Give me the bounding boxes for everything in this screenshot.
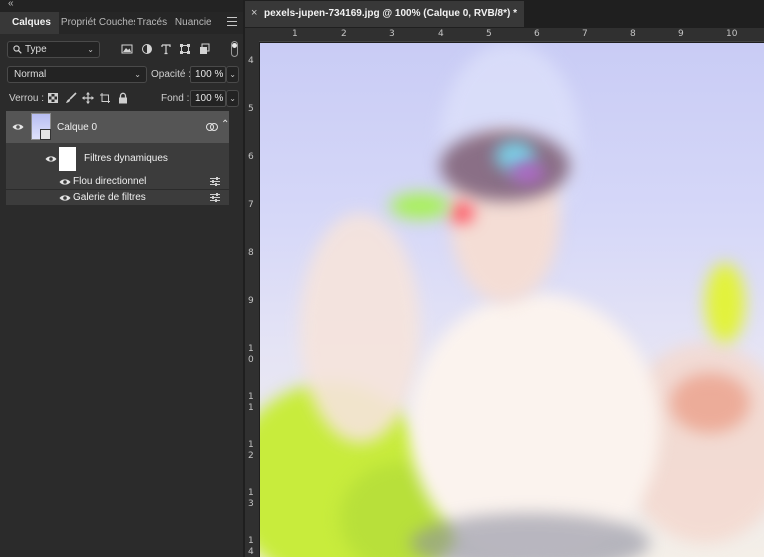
tab-traces[interactable]: Tracés	[135, 12, 173, 34]
document-area: × pexels-jupen-734169.jpg @ 100% (Calque…	[245, 0, 764, 557]
collapse-icon[interactable]: «	[8, 0, 13, 9]
ruler-label: 7	[582, 29, 588, 39]
chevron-down-icon: ⌄	[229, 94, 236, 103]
blend-row: Normal ⌄ Opacité : 100 % ⌄	[0, 64, 243, 86]
lock-artboard-icon[interactable]	[99, 92, 111, 104]
document-tab[interactable]: × pexels-jupen-734169.jpg @ 100% (Calque…	[245, 1, 524, 27]
filter-options-icon[interactable]	[210, 193, 220, 202]
layer-filter-row: Type ⌄	[0, 38, 243, 62]
filter-options-icon[interactable]	[210, 177, 220, 186]
ruler-label: 4	[248, 56, 254, 66]
text-filter-icon[interactable]	[160, 43, 172, 55]
ruler-label: 3	[389, 29, 395, 39]
ruler-label: 1	[292, 29, 298, 39]
filter-item[interactable]: Galerie de filtres	[6, 190, 229, 205]
filter-kind-label: Type	[25, 44, 47, 55]
fill-slider-button[interactable]: ⌄	[226, 90, 239, 107]
panel-tabs: Calques Propriét Couches Tracés Nuancie	[0, 12, 243, 34]
ruler-label: 1 2	[248, 440, 254, 461]
ruler-label: 8	[248, 248, 254, 258]
visibility-eye-icon[interactable]	[12, 123, 24, 131]
tab-proprietes[interactable]: Propriét	[59, 12, 97, 34]
image-filter-icon[interactable]	[121, 43, 133, 55]
ruler-label: 6	[534, 29, 540, 39]
ruler-label: 7	[248, 200, 254, 210]
ruler-label: 10	[726, 29, 738, 39]
ruler-label: 1 0	[248, 344, 254, 365]
layer-name: Calque 0	[57, 122, 98, 133]
chevron-down-icon: ⌄	[134, 70, 141, 79]
ruler-origin[interactable]	[245, 28, 259, 42]
panel-collapse-bar[interactable]: «	[0, 0, 243, 12]
lock-row: Verrou : Fond : 100 % ⌄	[0, 88, 243, 110]
blend-mode-dropdown[interactable]: Normal ⌄	[7, 66, 147, 83]
layer-thumbnail	[31, 113, 51, 140]
chevron-down-icon: ⌄	[87, 45, 94, 54]
ruler-label: 8	[630, 29, 636, 39]
adjustment-filter-icon[interactable]	[141, 43, 153, 55]
lock-all-icon[interactable]	[117, 92, 129, 104]
filter-name: Galerie de filtres	[73, 192, 146, 203]
ruler-label: 2	[341, 29, 347, 39]
fill-input[interactable]: 100 %	[190, 90, 226, 107]
filter-item[interactable]: Flou directionnel	[6, 174, 229, 189]
search-icon	[13, 45, 22, 54]
vertical-ruler[interactable]: 4 5 6 7 8 9 1 0 1 1 1 2 1 3 1 4	[245, 42, 259, 557]
smart-filters-label: Filtres dynamiques	[84, 153, 168, 164]
filter-kind-dropdown[interactable]: Type ⌄	[7, 41, 100, 58]
opacity-input[interactable]: 100 %	[190, 66, 226, 83]
fill-label: Fond :	[161, 93, 190, 104]
opacity-slider-button[interactable]: ⌄	[226, 66, 239, 83]
lock-label: Verrou :	[9, 93, 45, 104]
smart-object-filter-icon[interactable]	[199, 43, 211, 55]
visibility-eye-icon[interactable]	[45, 155, 57, 163]
lock-position-icon[interactable]	[82, 92, 94, 104]
tab-couches[interactable]: Couches	[97, 12, 135, 34]
tab-nuancier[interactable]: Nuancie	[173, 12, 211, 34]
ruler-label: 9	[678, 29, 684, 39]
lock-image-icon[interactable]	[65, 92, 77, 104]
filter-name: Flou directionnel	[73, 176, 147, 187]
visibility-eye-icon[interactable]	[59, 178, 71, 186]
ruler-label: 1 3	[248, 488, 254, 509]
opacity-label: Opacité :	[151, 69, 192, 80]
panel-menu-icon[interactable]	[227, 17, 237, 27]
close-tab-icon[interactable]: ×	[251, 7, 257, 19]
layers-list: Calque 0 ⌃ Filtres dynamiques Flou direc…	[6, 111, 229, 206]
visibility-eye-icon[interactable]	[59, 194, 71, 202]
ruler-label: 5	[486, 29, 492, 39]
filter-toggle-switch[interactable]	[231, 41, 238, 57]
layers-panel: « Calques Propriét Couches Tracés Nuanci…	[0, 0, 243, 557]
ruler-label: 1 4	[248, 536, 254, 557]
document-title: pexels-jupen-734169.jpg @ 100% (Calque 0…	[264, 8, 517, 19]
filter-mask-thumbnail[interactable]	[59, 147, 76, 171]
chevron-down-icon: ⌄	[229, 70, 236, 79]
horizontal-ruler[interactable]: 1 2 3 4 5 6 7 8 9 10	[259, 28, 764, 42]
ruler-label: 5	[248, 104, 254, 114]
shape-filter-icon[interactable]	[179, 43, 191, 55]
layer-row[interactable]: Calque 0 ⌃	[6, 111, 229, 143]
blend-mode-value: Normal	[14, 69, 47, 80]
image-canvas[interactable]	[260, 43, 764, 557]
lock-transparent-icon[interactable]	[47, 92, 59, 104]
ruler-label: 9	[248, 296, 254, 306]
ruler-label: 6	[248, 152, 254, 162]
tab-calques[interactable]: Calques	[0, 12, 59, 34]
smart-filter-badge-icon	[206, 123, 218, 131]
smart-filters-row[interactable]: Filtres dynamiques	[6, 143, 229, 174]
smart-object-badge-icon	[40, 129, 51, 140]
chevron-up-icon[interactable]: ⌃	[221, 119, 229, 130]
ruler-label: 4	[438, 29, 444, 39]
ruler-label: 1 1	[248, 392, 254, 413]
